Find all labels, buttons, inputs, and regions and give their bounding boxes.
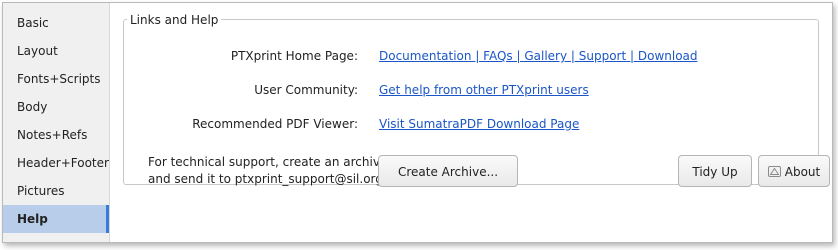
help-panel: PTXprint Home Page: Documentation | FAQs… <box>110 3 832 242</box>
support-line-1: For technical support, create an archive <box>148 155 388 169</box>
links-and-help-frame: PTXprint Home Page: Documentation | FAQs… <box>123 19 830 188</box>
about-button[interactable]: About <box>758 155 830 187</box>
sidebar-item-pictures[interactable]: Pictures <box>3 177 109 205</box>
home-page-links[interactable]: Documentation | FAQs | Gallery | Support… <box>379 49 698 63</box>
about-icon <box>767 166 781 177</box>
user-community-label: User Community: <box>254 83 358 97</box>
support-instructions: For technical support, create an archive… <box>148 154 387 188</box>
sidebar: Basic Layout Fonts+Scripts Body Notes+Re… <box>3 3 110 242</box>
sidebar-item-basic[interactable]: Basic <box>3 9 109 37</box>
sidebar-item-body[interactable]: Body <box>3 93 109 121</box>
sidebar-item-help[interactable]: Help <box>3 205 109 233</box>
tidy-up-button[interactable]: Tidy Up <box>678 155 752 187</box>
sidebar-item-notes-refs[interactable]: Notes+Refs <box>3 121 109 149</box>
pdf-viewer-label: Recommended PDF Viewer: <box>192 117 358 131</box>
support-line-2: and send it to ptxprint_support@sil.org <box>148 172 383 186</box>
frame-title: Links and Help <box>127 13 222 27</box>
sidebar-item-header-footer[interactable]: Header+Footer <box>3 149 109 177</box>
home-page-label: PTXprint Home Page: <box>230 49 358 63</box>
sidebar-item-layout[interactable]: Layout <box>3 37 109 65</box>
app-window: Basic Layout Fonts+Scripts Body Notes+Re… <box>2 2 833 243</box>
pdf-viewer-link[interactable]: Visit SumatraPDF Download Page <box>379 117 579 131</box>
sidebar-item-fonts-scripts[interactable]: Fonts+Scripts <box>3 65 109 93</box>
user-community-link[interactable]: Get help from other PTXprint users <box>379 83 589 97</box>
create-archive-button[interactable]: Create Archive... <box>378 155 518 187</box>
about-label: About <box>784 165 821 179</box>
